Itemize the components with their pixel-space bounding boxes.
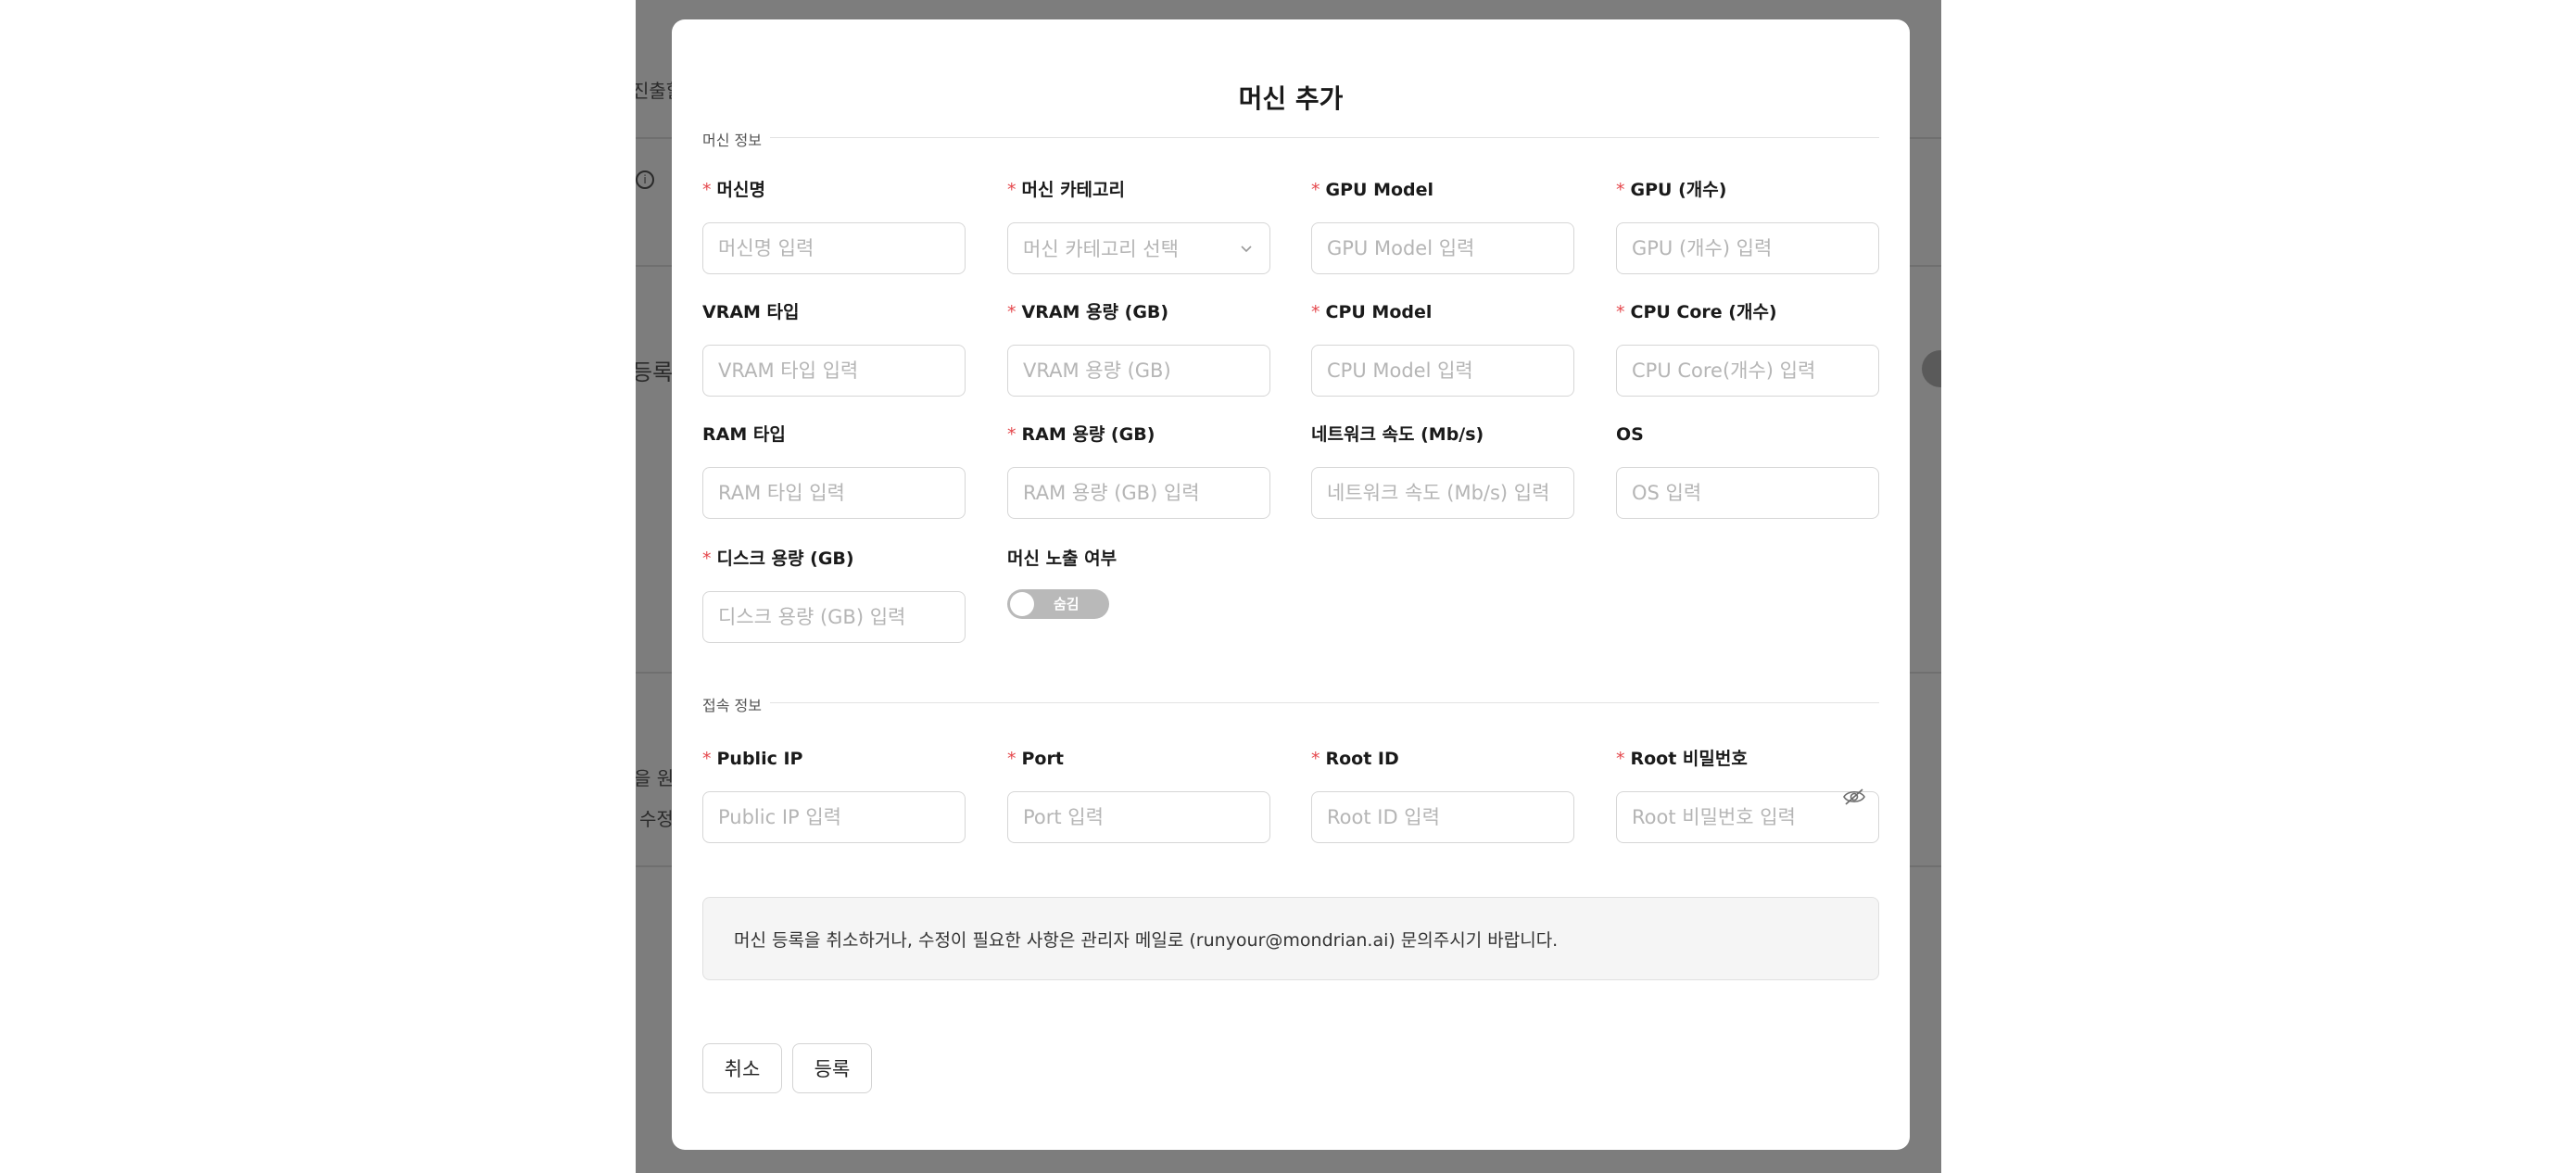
field-public-ip: * Public IP — [702, 749, 966, 843]
field-root-id: * Root ID — [1311, 749, 1574, 843]
required-mark: * — [1311, 749, 1320, 769]
toggle-text: 숨김 — [1054, 596, 1080, 612]
required-mark: * — [1007, 302, 1017, 322]
os-input[interactable] — [1616, 467, 1879, 519]
field-label: CPU Model — [1325, 302, 1433, 322]
select-placeholder: 머신 카테고리 선택 — [1023, 238, 1179, 260]
visibility-toggle[interactable]: 숨김 — [1007, 589, 1109, 619]
field-ram-capacity: * RAM 용량 (GB) — [1007, 424, 1270, 519]
field-label: GPU (개수) — [1630, 180, 1727, 200]
vram-type-input[interactable] — [702, 345, 966, 397]
notice-text: 머신 등록을 취소하거나, 수정이 필요한 사항은 관리자 메일로 (runyo… — [734, 929, 1559, 951]
field-label: CPU Core (개수) — [1630, 302, 1777, 322]
root-password-input[interactable] — [1616, 791, 1879, 843]
background-text: 등록 — [636, 359, 674, 385]
field-label: Port — [1021, 749, 1064, 769]
field-label: RAM 용량 (GB) — [1021, 424, 1155, 445]
field-label: Public IP — [716, 749, 803, 769]
root-id-input[interactable] — [1311, 791, 1574, 843]
field-label: GPU Model — [1325, 180, 1434, 200]
machine-name-input[interactable] — [702, 222, 966, 274]
required-mark: * — [1007, 180, 1017, 200]
eye-off-icon[interactable] — [1842, 787, 1866, 807]
field-ram-type: RAM 타입 — [702, 424, 966, 519]
field-machine-visibility: 머신 노출 여부 숨김 — [1007, 549, 1270, 619]
info-icon: i — [636, 170, 654, 189]
cpu-core-input[interactable] — [1616, 345, 1879, 397]
gpu-model-input[interactable] — [1311, 222, 1574, 274]
ram-capacity-input[interactable] — [1007, 467, 1270, 519]
field-label: 머신 카테고리 — [1021, 180, 1126, 200]
required-mark: * — [1311, 180, 1320, 200]
section-label-machine-info: 머신 정보 — [702, 132, 762, 149]
field-cpu-model: * CPU Model — [1311, 302, 1574, 397]
field-label: OS — [1616, 424, 1644, 445]
network-speed-input[interactable] — [1311, 467, 1574, 519]
field-port: * Port — [1007, 749, 1270, 843]
required-mark: * — [1616, 749, 1625, 769]
field-label: 네트워크 속도 (Mb/s) — [1311, 424, 1484, 445]
required-mark: * — [1007, 424, 1017, 445]
field-vram-capacity: * VRAM 용량 (GB) — [1007, 302, 1270, 397]
submit-button[interactable]: 등록 — [792, 1043, 872, 1093]
background-text: 수정 — [639, 808, 674, 830]
field-label: 머신 노출 여부 — [1007, 549, 1118, 569]
field-machine-category: * 머신 카테고리 머신 카테고리 선택 — [1007, 180, 1270, 274]
gpu-count-input[interactable] — [1616, 222, 1879, 274]
required-mark: * — [1616, 302, 1625, 322]
vram-capacity-input[interactable] — [1007, 345, 1270, 397]
disk-capacity-input[interactable] — [702, 591, 966, 643]
required-mark: * — [702, 749, 712, 769]
required-mark: * — [1616, 180, 1625, 200]
field-label: VRAM 용량 (GB) — [1021, 302, 1169, 322]
field-disk-capacity: * 디스크 용량 (GB) — [702, 549, 966, 643]
field-label: VRAM 타입 — [702, 302, 800, 322]
field-gpu-model: * GPU Model — [1311, 180, 1574, 274]
field-machine-name: * 머신명 — [702, 180, 966, 274]
field-network-speed: 네트워크 속도 (Mb/s) — [1311, 424, 1574, 519]
field-label: 디스크 용량 (GB) — [716, 549, 854, 569]
field-gpu-count: * GPU (개수) — [1616, 180, 1879, 274]
field-label: 머신명 — [716, 180, 765, 200]
cpu-model-input[interactable] — [1311, 345, 1574, 397]
background-circle-button — [1922, 350, 1941, 387]
port-input[interactable] — [1007, 791, 1270, 843]
section-divider — [770, 137, 1879, 138]
required-mark: * — [1311, 302, 1320, 322]
cancel-button[interactable]: 취소 — [702, 1043, 782, 1093]
required-mark: * — [702, 549, 712, 569]
ram-type-input[interactable] — [702, 467, 966, 519]
toggle-knob — [1010, 592, 1034, 616]
section-divider — [770, 702, 1879, 703]
required-mark: * — [1007, 749, 1017, 769]
add-machine-modal: 머신 추가 머신 정보 *머신명 *머신 카테고리 머신 카테고리 선택 *GP… — [672, 19, 1910, 1150]
background-text: i — [636, 167, 654, 189]
required-mark: * — [702, 180, 712, 200]
notice-box: 머신 등록을 취소하거나, 수정이 필요한 사항은 관리자 메일로 (runyo… — [702, 897, 1879, 980]
section-label-connection-info: 접속 정보 — [702, 697, 762, 714]
background-text: 을 원 — [636, 767, 675, 789]
public-ip-input[interactable] — [702, 791, 966, 843]
field-label: RAM 타입 — [702, 424, 786, 445]
field-label: Root 비밀번호 — [1630, 749, 1748, 769]
field-label: Root ID — [1325, 749, 1399, 769]
machine-category-select[interactable]: 머신 카테고리 선택 — [1007, 222, 1270, 274]
modal-title: 머신 추가 — [1238, 83, 1344, 114]
field-os: OS — [1616, 424, 1879, 519]
chevron-down-icon — [1241, 246, 1252, 253]
field-vram-type: VRAM 타입 — [702, 302, 966, 397]
field-cpu-core: * CPU Core (개수) — [1616, 302, 1879, 397]
field-root-password: * Root 비밀번호 — [1616, 749, 1879, 843]
